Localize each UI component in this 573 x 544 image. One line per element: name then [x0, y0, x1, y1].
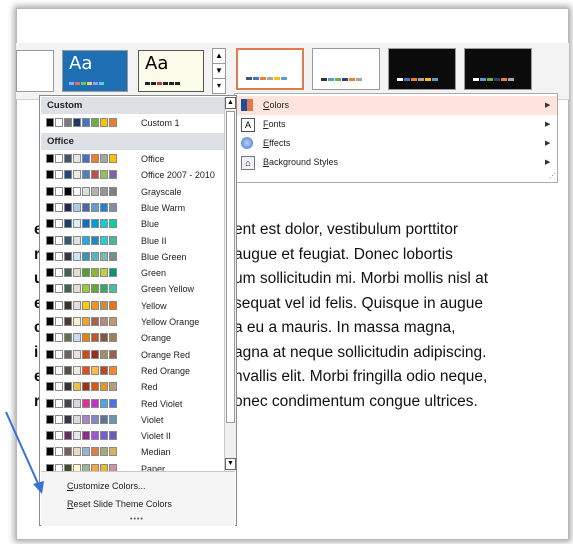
annotation-arrow-icon	[5, 411, 44, 494]
